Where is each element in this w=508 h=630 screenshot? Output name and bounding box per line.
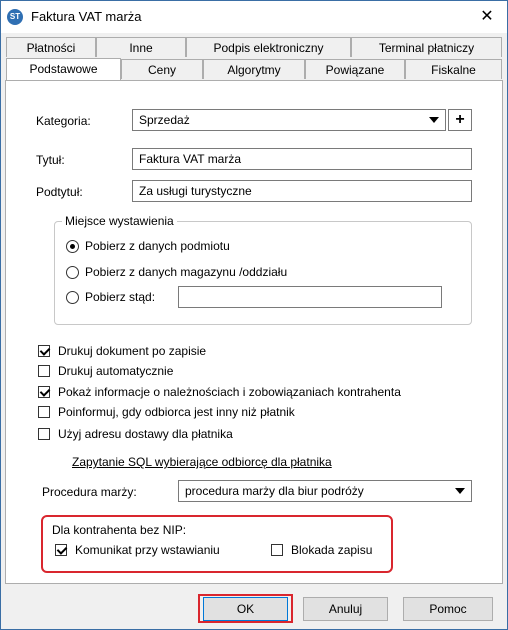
uzyj-adresu-dostawy-label[interactable]: Użyj adresu dostawy dla płatnika: [58, 427, 233, 441]
app-icon: ST: [7, 9, 23, 25]
miejsce-wystawienia-title: Miejsce wystawienia: [62, 214, 177, 228]
tab-inne[interactable]: Inne: [96, 37, 186, 57]
tab-algorytmy[interactable]: Algorytmy: [203, 59, 305, 79]
blokada-zapisu-checkbox[interactable]: [271, 544, 283, 556]
radio-z-danych-magazynu[interactable]: [66, 266, 79, 279]
cancel-button[interactable]: Anuluj: [303, 597, 388, 621]
uzyj-adresu-dostawy-checkbox[interactable]: [38, 428, 50, 440]
komunikat-checkbox[interactable]: [55, 544, 67, 556]
tab-podstawowe[interactable]: Podstawowe: [6, 58, 121, 80]
blokada-zapisu-label[interactable]: Blokada zapisu: [291, 543, 372, 557]
kategoria-value: Sprzedaż: [139, 113, 190, 127]
procedura-marzy-combo[interactable]: procedura marży dla biur podróży: [178, 480, 472, 502]
tab-fiskalne[interactable]: Fiskalne: [405, 59, 502, 79]
help-button[interactable]: Pomoc: [403, 597, 493, 621]
tytul-input[interactable]: Faktura VAT marża: [132, 148, 472, 170]
tab-terminal-platniczy[interactable]: Terminal płatniczy: [351, 37, 502, 57]
drukuj-po-zapisie-label[interactable]: Drukuj dokument po zapisie: [58, 344, 206, 358]
kategoria-label: Kategoria:: [36, 114, 91, 128]
radio-z-danych-podmiotu[interactable]: [66, 240, 79, 253]
radio-pobierz-stad-label[interactable]: Pobierz stąd:: [85, 290, 155, 304]
chevron-down-icon: [455, 488, 465, 494]
procedura-marzy-label: Procedura marży:: [42, 485, 137, 499]
tab-podpis-elektroniczny[interactable]: Podpis elektroniczny: [186, 37, 351, 57]
sql-odbiorca-link[interactable]: Zapytanie SQL wybierające odbiorcę dla p…: [72, 455, 332, 469]
drukuj-po-zapisie-checkbox[interactable]: [38, 345, 50, 357]
ok-button[interactable]: OK: [203, 597, 288, 621]
komunikat-label[interactable]: Komunikat przy wstawianiu: [75, 543, 220, 557]
radio-pobierz-stad[interactable]: [66, 291, 79, 304]
close-icon[interactable]: ✕: [467, 1, 507, 33]
window-title: Faktura VAT marża: [31, 9, 142, 24]
add-kategoria-button[interactable]: +: [448, 109, 472, 131]
podtytul-label: Podtytuł:: [36, 185, 83, 199]
tab-powiazane[interactable]: Powiązane: [305, 59, 405, 79]
drukuj-automatycznie-checkbox[interactable]: [38, 365, 50, 377]
tab-panel: Kategoria: Sprzedaż + Tytuł: Faktura VAT…: [5, 80, 503, 584]
nip-section-title: Dla kontrahenta bez NIP:: [52, 523, 187, 537]
dialog-window: ST Faktura VAT marża ✕ Płatności Inne Po…: [0, 0, 508, 630]
tytul-label: Tytuł:: [36, 153, 65, 167]
procedura-marzy-value: procedura marży dla biur podróży: [185, 484, 364, 498]
radio-z-danych-magazynu-label[interactable]: Pobierz z danych magazynu /oddziału: [85, 265, 287, 279]
radio-z-danych-podmiotu-label[interactable]: Pobierz z danych podmiotu: [85, 239, 230, 253]
tab-platnosci[interactable]: Płatności: [6, 37, 96, 57]
chevron-down-icon: [429, 117, 439, 123]
pobierz-stad-input[interactable]: [178, 286, 442, 308]
podtytul-input[interactable]: Za usługi turystyczne: [132, 180, 472, 202]
poinformuj-label[interactable]: Poinformuj, gdy odbiorca jest inny niż p…: [58, 405, 295, 419]
tab-ceny[interactable]: Ceny: [121, 59, 203, 79]
title-bar: ST Faktura VAT marża ✕: [1, 1, 507, 33]
pokaz-informacje-checkbox[interactable]: [38, 386, 50, 398]
poinformuj-checkbox[interactable]: [38, 406, 50, 418]
drukuj-automatycznie-label[interactable]: Drukuj automatycznie: [58, 364, 173, 378]
kategoria-combo[interactable]: Sprzedaż: [132, 109, 446, 131]
pokaz-informacje-label[interactable]: Pokaż informacje o należnościach i zobow…: [58, 385, 401, 399]
